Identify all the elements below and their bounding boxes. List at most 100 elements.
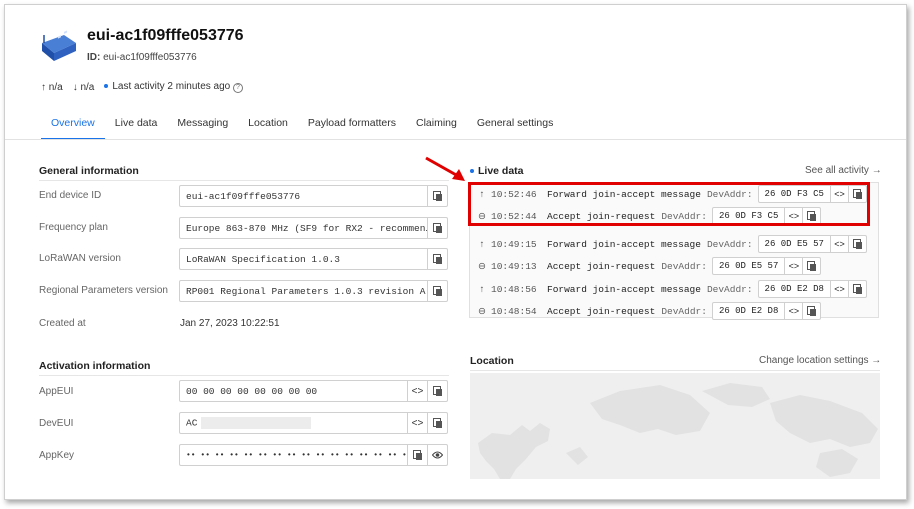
frequency-plan-label: Frequency plan [39, 222, 108, 233]
device-stats: ↑ n/a ↓ n/a Last activity 2 minutes ago … [41, 81, 243, 93]
link-icon: ⊖ [478, 260, 486, 272]
tab-claiming[interactable]: Claiming [406, 111, 467, 140]
tab-location[interactable]: Location [238, 111, 298, 140]
tab-live-data[interactable]: Live data [105, 111, 168, 140]
app-window: eui-ac1f09fffe053776 ID: eui-ac1f09fffe0… [4, 4, 907, 500]
swap-icon[interactable]: <> [784, 258, 802, 274]
tab-bar: Overview Live data Messaging Location Pa… [41, 111, 563, 140]
deveui-redacted [201, 417, 312, 429]
regional-parameters-label: Regional Parameters version [39, 285, 168, 296]
device-icon [38, 29, 78, 63]
uplink-arrow-icon: ↑ [479, 238, 485, 250]
devaddr-chip: 26 0D E2 D8 <> [711, 302, 822, 320]
devaddr-label: DevAddr: [661, 260, 707, 272]
tab-divider [5, 139, 906, 140]
see-all-activity-link[interactable]: See all activity → [805, 165, 882, 176]
copy-icon[interactable] [427, 413, 447, 433]
live-row-time: 10:49:13 [491, 260, 537, 272]
devaddr-value: 26 0D E2 D8 [718, 306, 779, 316]
devaddr-label: DevAddr: [706, 238, 753, 250]
copy-icon[interactable] [802, 258, 820, 274]
regional-parameters-value: RP001 Regional Parameters 1.0.3 revision… [186, 285, 426, 297]
change-location-link[interactable]: Change location settings → [759, 355, 881, 366]
device-id-value: eui-ac1f09fffe053776 [103, 52, 197, 63]
devaddr-value: 26 0D E5 57 [718, 261, 779, 271]
copy-icon[interactable] [427, 186, 447, 206]
activation-info-title: Activation information [39, 360, 151, 372]
swap-icon[interactable]: <> [407, 381, 427, 401]
live-row[interactable]: ⊖ 10:49:13 Accept join-request DevAddr: … [476, 255, 822, 277]
created-at-value: Jan 27, 2023 10:22:51 [180, 318, 280, 329]
devaddr-value: 26 0D E5 57 [764, 239, 824, 249]
tab-overview[interactable]: Overview [41, 111, 105, 140]
devaddr-chip: 26 0D E5 57 <> [711, 257, 822, 275]
deveui-field: AC <> [179, 412, 448, 434]
device-id: ID: eui-ac1f09fffe053776 [87, 52, 197, 63]
appeui-field: 00 00 00 00 00 00 00 00 <> [179, 380, 448, 402]
live-row-time: 10:48:54 [491, 305, 537, 317]
deveui-value: AC [180, 417, 407, 429]
live-row-message: Accept join-request [547, 260, 656, 272]
link-icon: ⊖ [478, 305, 486, 317]
tab-messaging[interactable]: Messaging [167, 111, 238, 140]
appkey-label: AppKey [39, 450, 75, 461]
devaddr-label: DevAddr: [706, 283, 753, 295]
devaddr-chip: 26 0D E2 D8 <> [757, 280, 867, 298]
activation-info-divider [39, 375, 449, 376]
help-icon[interactable]: ? [233, 83, 243, 93]
device-title: eui-ac1f09fffe053776 [87, 27, 244, 44]
copy-icon[interactable] [427, 249, 447, 269]
live-row[interactable]: ↑ 10:49:15 Forward join-accept message D… [476, 233, 867, 255]
last-activity: Last activity 2 minutes ago ? [104, 81, 243, 93]
live-row-message: Accept join-request [547, 305, 656, 317]
created-at-label: Created at [39, 318, 86, 329]
live-data-title-text: Live data [478, 165, 524, 177]
copy-icon[interactable] [427, 218, 447, 238]
tab-payload-formatters[interactable]: Payload formatters [298, 111, 406, 140]
general-info-divider [39, 180, 449, 181]
swap-icon[interactable]: <> [784, 303, 802, 319]
tab-general-settings[interactable]: General settings [467, 111, 563, 140]
regional-parameters-field: RP001 Regional Parameters 1.0.3 revision… [179, 280, 448, 302]
lorawan-version-field: LoRaWAN Specification 1.0.3 [179, 248, 448, 270]
location-title: Location [470, 355, 514, 367]
appkey-field: •• •• •• •• •• •• •• •• •• •• •• •• •• •… [179, 444, 448, 466]
activity-dot [104, 84, 109, 89]
live-row[interactable]: ⊖ 10:48:54 Accept join-request DevAddr: … [476, 300, 822, 322]
location-divider [470, 370, 880, 371]
location-map[interactable] [470, 373, 880, 479]
devaddr-chip: 26 0D E5 57 <> [757, 235, 867, 253]
annotation-highlight-box [468, 182, 870, 226]
live-dot [470, 169, 474, 174]
end-device-id-label: End device ID [39, 190, 102, 201]
frequency-plan-field: Europe 863-870 MHz (SF9 for RX2 - recomm… [179, 217, 448, 239]
copy-icon[interactable] [847, 281, 866, 297]
copy-icon[interactable] [847, 236, 866, 252]
live-row-message: Forward join-accept message [547, 283, 701, 295]
devaddr-value: 26 0D E2 D8 [764, 284, 824, 294]
deveui-label: DevEUI [39, 418, 74, 429]
end-device-id-field: eui-ac1f09fffe053776 [179, 185, 448, 207]
uplink-stat: ↑ n/a [41, 81, 63, 93]
appeui-label: AppEUI [39, 386, 74, 397]
lorawan-version-label: LoRaWAN version [39, 253, 121, 264]
copy-icon[interactable] [427, 281, 447, 301]
live-row-time: 10:48:56 [491, 283, 537, 295]
appeui-value: 00 00 00 00 00 00 00 00 [186, 385, 318, 397]
lorawan-version-value: LoRaWAN Specification 1.0.3 [186, 253, 340, 265]
copy-icon[interactable] [802, 303, 820, 319]
swap-icon[interactable]: <> [407, 413, 427, 433]
end-device-id-value: eui-ac1f09fffe053776 [186, 190, 301, 202]
device-id-label: ID: [87, 52, 101, 63]
uplink-value: n/a [48, 81, 63, 93]
eye-icon[interactable] [427, 445, 447, 465]
swap-icon[interactable]: <> [829, 236, 848, 252]
downlink-stat: ↓ n/a [72, 81, 95, 93]
copy-icon[interactable] [427, 381, 447, 401]
live-data-title: Live data [470, 165, 524, 177]
downlink-value: n/a [80, 81, 95, 93]
deveui-prefix: AC [186, 417, 198, 429]
live-row[interactable]: ↑ 10:48:56 Forward join-accept message D… [476, 278, 867, 300]
copy-icon[interactable] [407, 445, 427, 465]
swap-icon[interactable]: <> [829, 281, 848, 297]
